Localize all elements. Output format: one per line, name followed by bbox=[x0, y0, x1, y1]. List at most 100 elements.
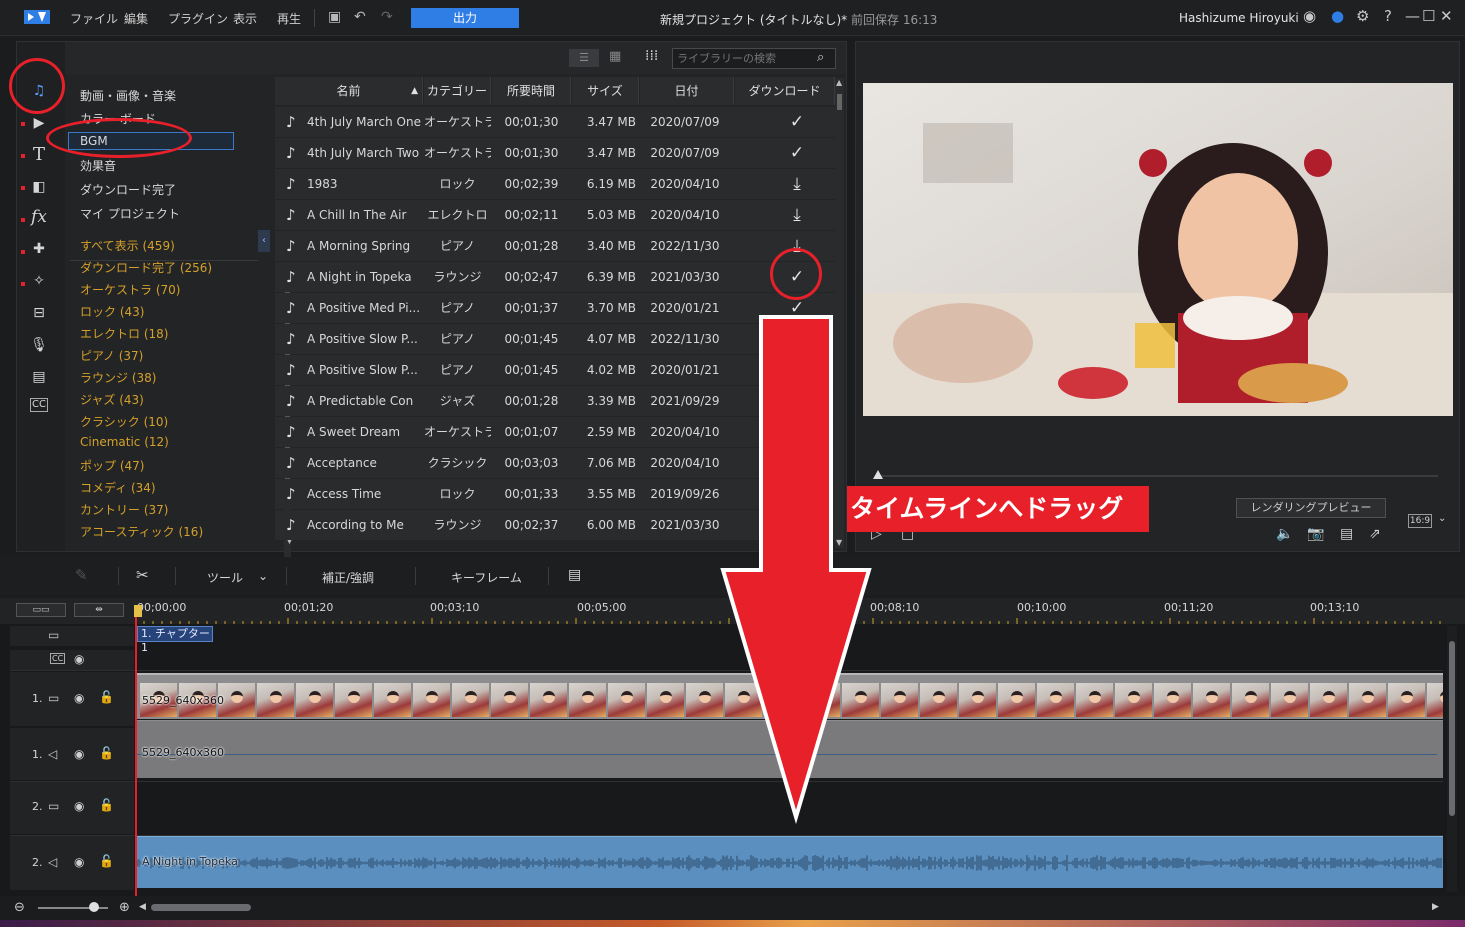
column-header-duration[interactable]: 所要時間 bbox=[492, 77, 571, 105]
table-row[interactable]: ♪ 1983 ロック 00;02;39 6.19 MB 2020/04/10 ⤓ bbox=[275, 169, 835, 199]
account-icon[interactable]: ◉ bbox=[1303, 7, 1316, 25]
column-header-name[interactable]: 名前 ▲ bbox=[275, 77, 423, 105]
menu-plugin[interactable]: プラグイン bbox=[168, 10, 228, 27]
subtitle-edit-icon[interactable]: ▤ bbox=[568, 567, 581, 583]
search-icon[interactable]: ⌕ bbox=[817, 50, 824, 65]
pen-icon[interactable]: ✎ bbox=[75, 566, 88, 584]
lock-icon[interactable]: 🔓 bbox=[99, 854, 114, 868]
redo-icon[interactable]: ↷ bbox=[381, 9, 393, 25]
genre-electro[interactable]: エレクトロ (18) bbox=[80, 325, 168, 342]
genre-country[interactable]: カントリー (37) bbox=[80, 501, 168, 518]
category-media[interactable]: 動画・画像・音楽 bbox=[80, 87, 176, 104]
library-search-input[interactable] bbox=[672, 48, 836, 69]
lock-icon[interactable]: 🔓 bbox=[99, 690, 114, 704]
video-track-icon[interactable]: ▭ bbox=[48, 799, 59, 813]
eye-icon[interactable]: ◉ bbox=[74, 652, 84, 666]
genre-lounge[interactable]: ラウンジ (38) bbox=[80, 369, 156, 386]
eye-icon[interactable]: ◉ bbox=[74, 747, 84, 761]
eye-icon[interactable]: ◉ bbox=[74, 855, 84, 869]
table-row[interactable]: ♪ A Morning Spring ピアノ 00;01;28 3.40 MB 2022/… bbox=[275, 231, 835, 261]
audio-track-icon[interactable]: ◁ bbox=[48, 855, 57, 869]
timeline-view-icon[interactable]: ▭▭ bbox=[16, 603, 66, 617]
chevron-down-icon[interactable]: ⌄ bbox=[1438, 513, 1446, 524]
menu-edit[interactable]: 編集 bbox=[124, 10, 148, 27]
download-icon[interactable]: ⤓ bbox=[787, 169, 807, 199]
chevron-down-icon[interactable]: ⌄ bbox=[258, 569, 268, 583]
category-my-projects[interactable]: マイ プロジェクト bbox=[80, 205, 180, 222]
scroll-up-icon[interactable]: ▲ bbox=[836, 78, 842, 87]
list-view-icon[interactable]: ☰ bbox=[569, 49, 599, 67]
table-row[interactable]: ♪ A Chill In The Air エレクトロ 00;02;11 5.03 MB 2… bbox=[275, 200, 835, 230]
scroll-right-icon[interactable]: ▶ bbox=[1432, 902, 1439, 912]
table-row[interactable]: ♪ A Night in Topeka ラウンジ 00;02;47 6.39 MB 202… bbox=[275, 262, 835, 292]
scissors-icon[interactable]: ✂ bbox=[136, 566, 149, 584]
fit-timeline-icon[interactable]: ⇹ bbox=[74, 603, 124, 617]
genre-classic[interactable]: クラシック (10) bbox=[80, 413, 168, 430]
eye-icon[interactable]: ◉ bbox=[74, 799, 84, 813]
download-icon[interactable]: ⤓ bbox=[787, 200, 807, 230]
aspect-ratio-select[interactable]: 16:9 bbox=[1408, 514, 1432, 528]
voice-over-icon[interactable]: 🎙 bbox=[28, 334, 50, 356]
notification-icon[interactable]: ● bbox=[1331, 7, 1344, 25]
genre-piano[interactable]: ピアノ (37) bbox=[80, 347, 143, 364]
column-header-date[interactable]: 日付 bbox=[640, 77, 734, 105]
tools-menu[interactable]: ツール bbox=[207, 569, 243, 586]
subtitle-room-icon[interactable]: CC bbox=[30, 398, 48, 412]
playhead[interactable] bbox=[135, 605, 137, 896]
table-row[interactable]: ♪ 4th July March Two オーケストラ 00;01;30 3.47 MB… bbox=[275, 138, 835, 168]
column-header-download[interactable]: ダウンロード bbox=[735, 77, 835, 105]
effect-room-icon[interactable]: fx bbox=[28, 206, 50, 228]
render-preview-button[interactable]: レンダリングプレビュー bbox=[1236, 498, 1386, 518]
zoom-slider-handle[interactable] bbox=[89, 902, 99, 912]
volume-icon[interactable]: 🔈 bbox=[1276, 526, 1293, 542]
column-header-size[interactable]: サイズ bbox=[572, 77, 639, 105]
zoom-out-icon[interactable]: ⊖ bbox=[14, 900, 25, 915]
video-track-icon[interactable]: ▭ bbox=[48, 691, 59, 705]
audio-track-icon[interactable]: ◁ bbox=[48, 747, 57, 761]
correct-enhance-button[interactable]: 補正/強調 bbox=[322, 569, 374, 586]
menu-playback[interactable]: 再生 bbox=[277, 10, 301, 27]
downloaded-check-icon[interactable]: ✓ bbox=[787, 138, 807, 168]
menu-file[interactable]: ファイル bbox=[70, 10, 118, 27]
zoom-in-icon[interactable]: ⊕ bbox=[119, 900, 130, 915]
genre-cinematic[interactable]: Cinematic (12) bbox=[80, 435, 169, 449]
scroll-left-icon[interactable]: ◀ bbox=[139, 902, 146, 912]
playback-scrubber[interactable] bbox=[878, 475, 1438, 477]
particle-room-icon[interactable]: ✧ bbox=[28, 270, 50, 292]
chapter-room-icon[interactable]: ▤ bbox=[28, 366, 50, 388]
keyframe-button[interactable]: キーフレーム bbox=[451, 569, 522, 586]
grid-view-icon[interactable]: ▦ bbox=[609, 49, 629, 67]
bgm-audio-clip[interactable]: A Night in Topeka bbox=[137, 836, 1443, 888]
eye-icon[interactable]: ◉ bbox=[74, 691, 84, 705]
title-room-icon[interactable]: T bbox=[28, 144, 50, 166]
menu-view[interactable]: 表示 bbox=[233, 10, 257, 27]
thumbnail-view-icon[interactable]: ⁞⁞⁞ bbox=[645, 48, 665, 66]
undock-icon[interactable]: ⇗ bbox=[1369, 526, 1381, 542]
template-room-icon[interactable]: ▶ bbox=[28, 112, 50, 134]
save-icon[interactable]: ▣ bbox=[328, 9, 341, 25]
timeline-scroll-thumb[interactable] bbox=[1449, 641, 1455, 816]
pip-room-icon[interactable]: ⊟ bbox=[28, 302, 50, 324]
category-sound-effects[interactable]: 効果音 bbox=[80, 157, 116, 174]
chapter-icon[interactable]: ▭ bbox=[48, 628, 59, 642]
lock-icon[interactable]: 🔓 bbox=[99, 798, 114, 812]
table-scroll-thumb[interactable] bbox=[837, 94, 842, 110]
output-button[interactable]: 出力 bbox=[411, 8, 519, 28]
playhead-handle[interactable] bbox=[134, 605, 142, 617]
table-row[interactable]: ♪ 4th July March One オーケストラ 00;01;30 3.47 MB… bbox=[275, 107, 835, 137]
minimize-icon[interactable]: — bbox=[1405, 7, 1420, 25]
subtitle-icon[interactable]: CC bbox=[50, 653, 66, 664]
genre-jazz[interactable]: ジャズ (43) bbox=[80, 391, 144, 408]
collapse-panel-icon[interactable]: ‹ bbox=[258, 230, 270, 252]
chapter-marker[interactable]: 1. チャプター 1 bbox=[137, 626, 213, 654]
genre-orchestra[interactable]: オーケストラ (70) bbox=[80, 281, 180, 298]
genre-rock[interactable]: ロック (43) bbox=[80, 303, 144, 320]
maximize-icon[interactable]: ☐ bbox=[1422, 7, 1435, 25]
subtitle-toggle-icon[interactable]: ▤ bbox=[1340, 526, 1353, 542]
help-icon[interactable]: ? bbox=[1384, 7, 1392, 25]
snapshot-icon[interactable]: 📷 bbox=[1307, 526, 1324, 542]
genre-downloaded[interactable]: ダウンロード完了 (256) bbox=[80, 259, 212, 276]
scrubber-handle[interactable] bbox=[873, 470, 883, 479]
downloaded-check-icon[interactable]: ✓ bbox=[787, 107, 807, 137]
overlay-room-icon[interactable]: ✚ bbox=[28, 238, 50, 260]
